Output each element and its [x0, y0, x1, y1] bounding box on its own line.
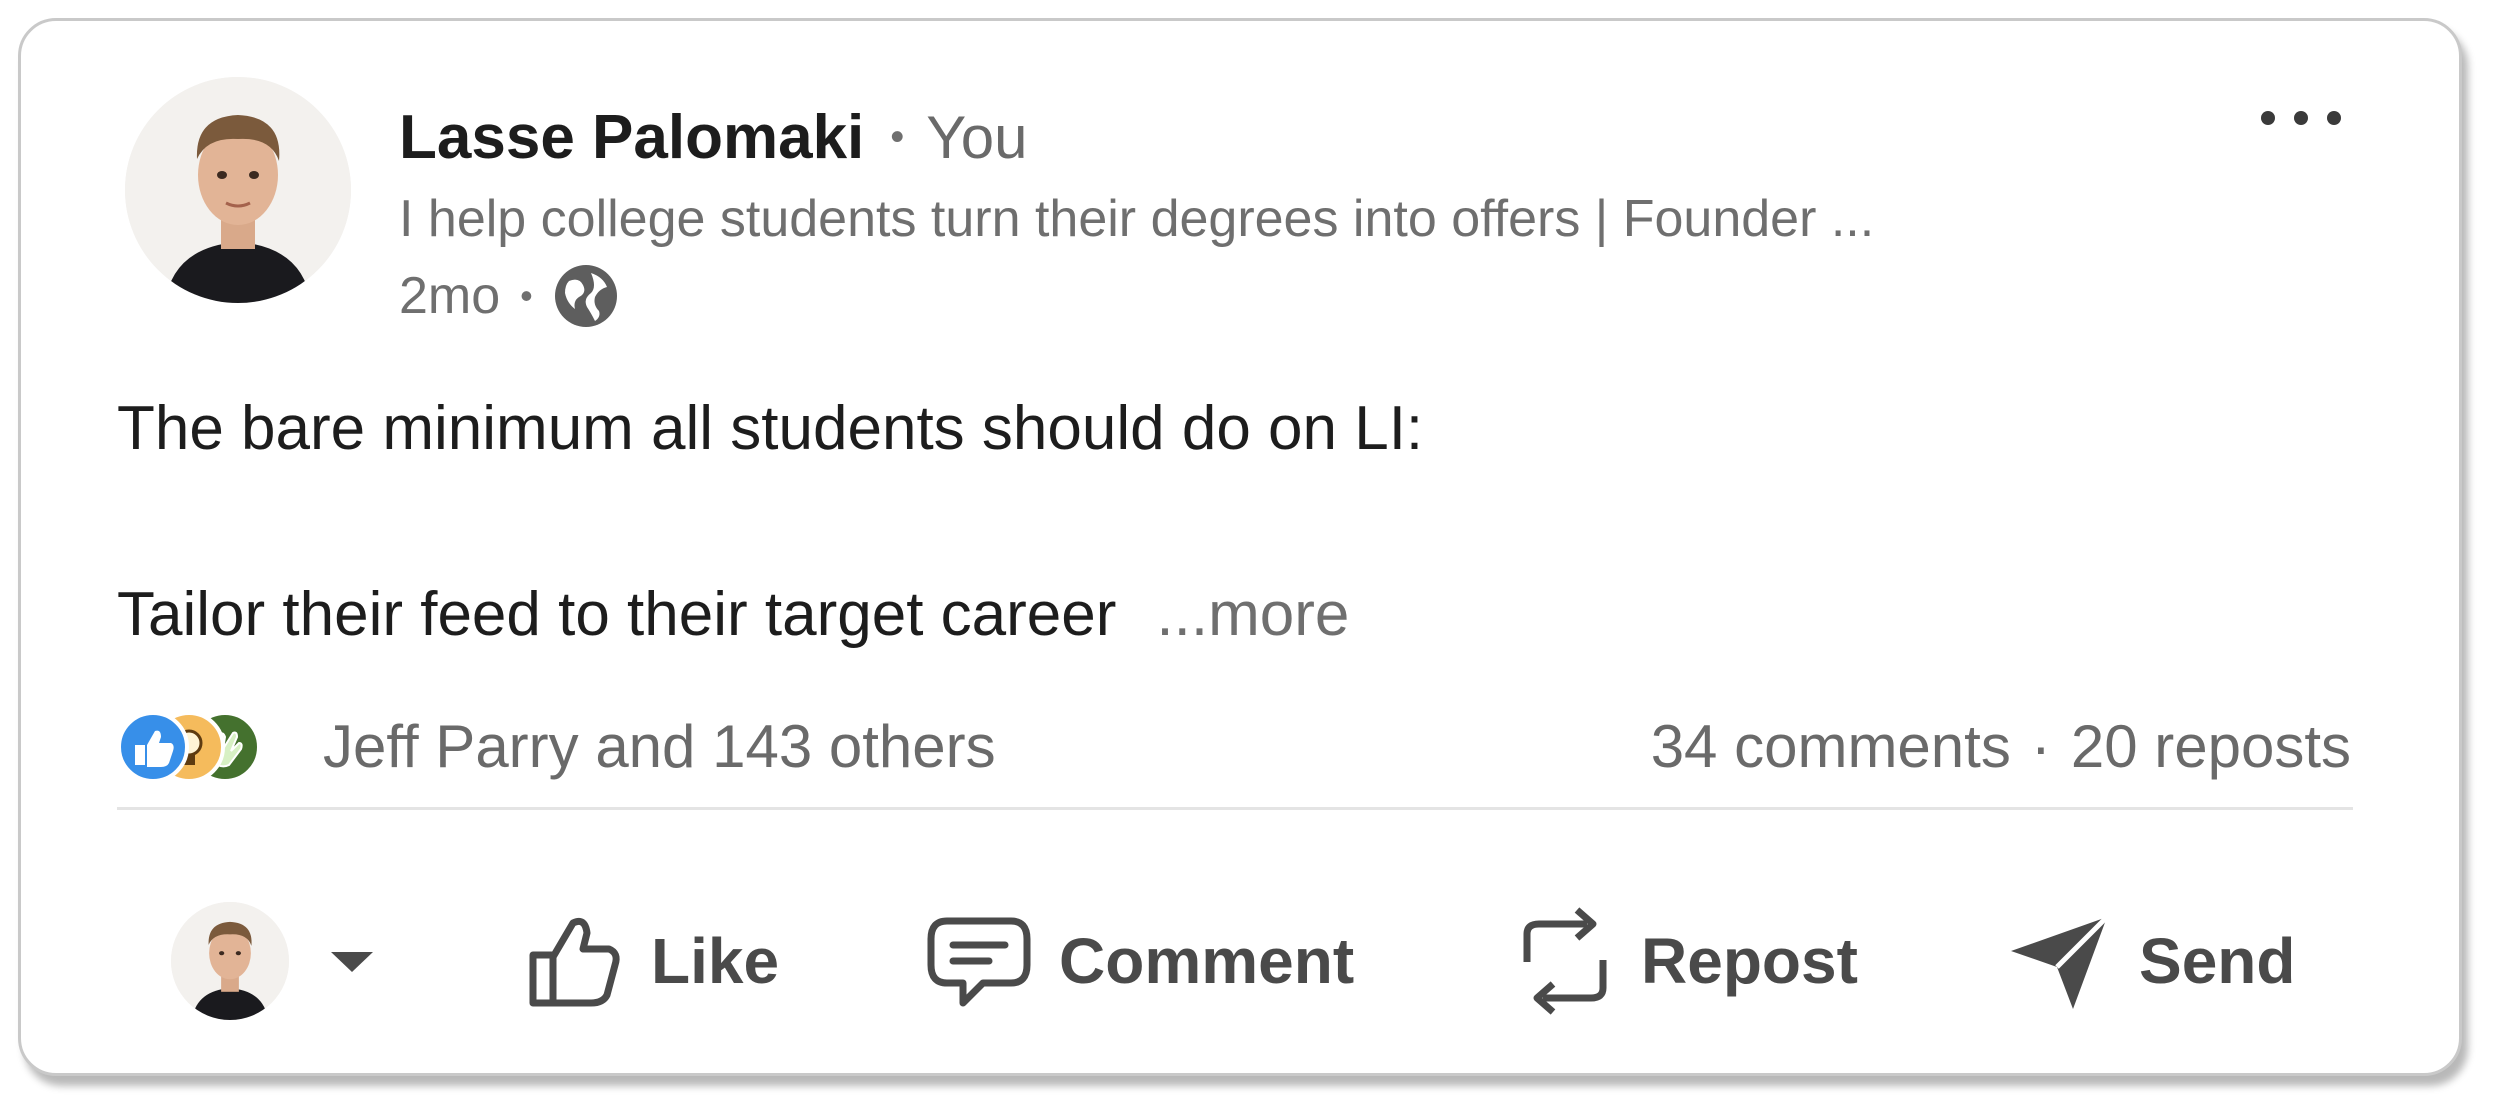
- more-dot-icon: [2327, 111, 2341, 125]
- meta-separator: •: [520, 275, 533, 316]
- author-row: Lasse Palomaki • You: [399, 99, 1028, 175]
- repost-icon: [1523, 907, 1607, 1015]
- post-body-line-1: The bare minimum all students should do …: [117, 394, 1424, 463]
- current-user-avatar: [171, 902, 289, 1020]
- comment-label: Comment: [1059, 925, 1355, 997]
- author-separator: •: [890, 114, 905, 159]
- author-headline: I help college students turn their degre…: [399, 190, 1875, 248]
- counts-separator: ·: [2030, 713, 2051, 780]
- send-button[interactable]: Send: [2007, 891, 2295, 1031]
- like-button[interactable]: Like: [527, 891, 779, 1031]
- post-body-text: Tailor their feed to their target career: [117, 580, 1117, 649]
- more-dot-icon: [2261, 111, 2275, 125]
- send-icon: [2011, 915, 2109, 1009]
- chevron-down-icon: [331, 952, 373, 972]
- author-relation: You: [926, 103, 1028, 171]
- author-name[interactable]: Lasse Palomaki: [399, 102, 864, 173]
- repost-label: Repost: [1641, 925, 1858, 997]
- thumbs-up-icon: [529, 917, 620, 1007]
- comments-count[interactable]: 34 comments: [1651, 711, 2011, 783]
- like-label: Like: [651, 925, 780, 997]
- more-dot-icon: [2294, 111, 2308, 125]
- reaction-icons[interactable]: [117, 711, 317, 783]
- post-meta: 2mo •: [399, 261, 619, 331]
- see-more-link[interactable]: ...more: [1156, 579, 1349, 650]
- divider: [117, 807, 2353, 810]
- comment-icon: [927, 917, 1031, 1007]
- reposts-count[interactable]: 20 reposts: [2071, 711, 2351, 783]
- comment-button[interactable]: Comment: [927, 891, 1354, 1031]
- author-avatar[interactable]: [125, 77, 351, 303]
- current-user-photo: [171, 902, 289, 1020]
- globe-icon: [554, 265, 617, 327]
- action-bar: Like Comment Repost Send: [171, 891, 2371, 1031]
- react-as-selector[interactable]: [171, 891, 377, 1031]
- post-body-line-2: Tailor their feed to their target career…: [117, 579, 1349, 650]
- post-card: Lasse Palomaki • You I help college stud…: [18, 18, 2462, 1076]
- engagement-counts: 34 comments · 20 reposts: [1651, 711, 2351, 783]
- repost-button[interactable]: Repost: [1517, 891, 1858, 1031]
- reactors-summary[interactable]: Jeff Parry and 143 others: [323, 711, 996, 783]
- more-options-button[interactable]: [2261, 103, 2341, 133]
- author-photo: [125, 77, 351, 303]
- post-time: 2mo: [399, 267, 501, 325]
- like-reaction-icon: [117, 711, 189, 783]
- send-label: Send: [2139, 925, 2296, 997]
